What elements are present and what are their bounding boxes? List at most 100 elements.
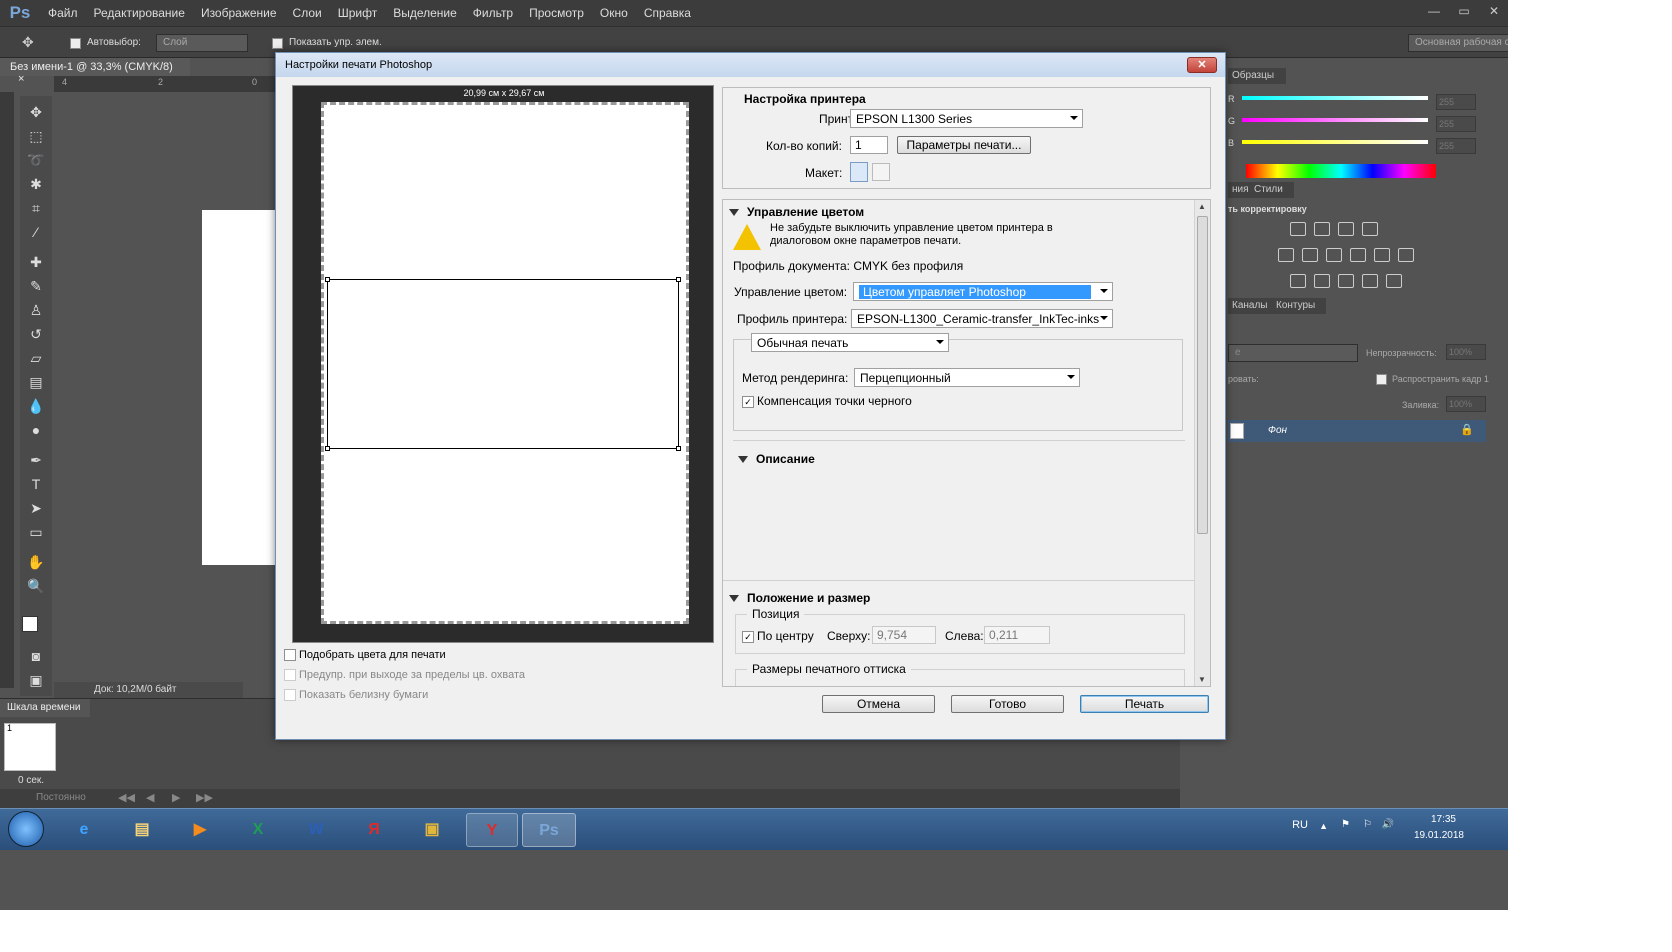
scrollbar-thumb[interactable] — [1197, 216, 1208, 534]
menu-image[interactable]: Изображение — [193, 6, 285, 20]
green-slider[interactable] — [1242, 118, 1428, 122]
menu-type[interactable]: Шрифт — [330, 6, 385, 20]
description-header[interactable]: Описание — [738, 452, 815, 466]
printer-select[interactable]: EPSON L1300 Series — [850, 109, 1083, 128]
paths-tab[interactable]: Контуры — [1272, 298, 1326, 314]
brush-tool-icon[interactable]: ✎ — [24, 276, 48, 296]
done-button[interactable]: Готово — [951, 695, 1064, 713]
preview-image-bounds[interactable] — [325, 277, 681, 451]
frame-duration[interactable]: 0 сек. — [18, 775, 44, 786]
maximize-button[interactable]: ▭ — [1450, 2, 1478, 20]
eyedropper-tool-icon[interactable]: ⁄ — [24, 222, 48, 242]
next-frame-icon[interactable]: ▶▶ — [196, 791, 213, 804]
resize-handle[interactable] — [676, 277, 681, 282]
blur-tool-icon[interactable]: 💧 — [24, 396, 48, 416]
quick-mask-icon[interactable]: ◙ — [24, 646, 48, 666]
styles-tab[interactable]: Стили — [1250, 182, 1294, 198]
show-transform-checkbox[interactable] — [272, 38, 283, 49]
print-mode-select[interactable]: Обычная печать — [751, 333, 949, 352]
center-checkbox[interactable]: ✓ — [742, 630, 754, 643]
path-select-tool-icon[interactable]: ➤ — [24, 498, 48, 518]
timeline-frame[interactable]: 1 — [4, 723, 56, 771]
rendering-intent-select[interactable]: Перцепционный — [854, 368, 1080, 387]
black-point-option[interactable]: ✓ Компенсация точки черного — [742, 394, 912, 408]
explorer-taskbar-icon[interactable]: ▤ — [118, 813, 166, 847]
color-spectrum[interactable] — [1246, 164, 1436, 178]
zoom-tool-icon[interactable]: 🔍 — [24, 576, 48, 596]
dialog-close-button[interactable]: ✕ — [1187, 57, 1217, 73]
workspace-switcher[interactable]: Основная рабочая среда — [1408, 34, 1508, 52]
history-brush-tool-icon[interactable]: ↺ — [24, 324, 48, 344]
photos-taskbar-icon[interactable]: ▣ — [408, 813, 456, 847]
copies-input[interactable]: 1 — [850, 136, 888, 154]
levels-adjust-icon[interactable] — [1314, 222, 1330, 236]
color-management-header[interactable]: Управление цветом — [729, 205, 864, 219]
layer-row[interactable]: Фон 🔒 — [1228, 420, 1486, 442]
minimize-button[interactable]: — — [1420, 2, 1448, 20]
network-tray-icon[interactable]: ⚑ — [1341, 819, 1350, 830]
print-settings-button[interactable]: Параметры печати... — [897, 136, 1031, 154]
curves-adjust-icon[interactable] — [1338, 222, 1354, 236]
resize-handle[interactable] — [676, 446, 681, 451]
action-center-tray-icon[interactable]: ⚐ — [1363, 819, 1372, 830]
center-option[interactable]: ✓ По центру — [742, 629, 814, 643]
shape-tool-icon[interactable]: ▭ — [24, 522, 48, 542]
move-tool-icon[interactable]: ✥ — [22, 34, 34, 51]
yandex-taskbar-icon[interactable]: Я — [350, 813, 398, 847]
eraser-tool-icon[interactable]: ▱ — [24, 348, 48, 368]
color-balance-adjust-icon[interactable] — [1326, 248, 1342, 262]
ie-taskbar-icon[interactable]: e — [60, 813, 108, 847]
resize-handle[interactable] — [325, 277, 330, 282]
bw-adjust-icon[interactable] — [1350, 248, 1366, 262]
landscape-layout-icon[interactable] — [872, 163, 890, 181]
blue-slider[interactable] — [1242, 140, 1428, 144]
loop-select[interactable]: Постоянно — [36, 792, 86, 803]
threshold-adjust-icon[interactable] — [1338, 274, 1354, 288]
volume-tray-icon[interactable]: 🔊 — [1382, 819, 1394, 830]
menu-edit[interactable]: Редактирование — [86, 6, 193, 20]
yandex-browser-taskbar-icon[interactable]: Y — [466, 813, 518, 847]
resize-handle[interactable] — [325, 446, 330, 451]
exposure-adjust-icon[interactable] — [1362, 222, 1378, 236]
menu-layers[interactable]: Слои — [285, 6, 330, 20]
document-tab[interactable]: Без имени-1 @ 33,3% (CMYK/8) × — [0, 58, 190, 85]
printer-profile-select[interactable]: EPSON-L1300_Ceramic-transfer_InkTec-inks — [851, 309, 1113, 328]
position-size-header[interactable]: Положение и размер — [729, 591, 870, 605]
vibrance-adjust-icon[interactable] — [1278, 248, 1294, 262]
document-tab-close-icon[interactable]: × — [18, 73, 24, 85]
lasso-tool-icon[interactable]: ➰ — [24, 150, 48, 170]
tray-expand-icon[interactable]: ▲ — [1319, 821, 1328, 831]
print-button[interactable]: Печать — [1080, 695, 1209, 713]
vertical-scrollbar[interactable]: ▲ ▼ — [1194, 200, 1210, 686]
first-frame-icon[interactable]: ◀◀ — [118, 791, 135, 804]
media-player-taskbar-icon[interactable]: ▶ — [176, 813, 224, 847]
adjustments-tab[interactable]: ния — [1228, 182, 1250, 198]
channels-tab[interactable]: Каналы — [1228, 298, 1272, 314]
channel-mixer-adjust-icon[interactable] — [1398, 248, 1414, 262]
autoselect-checkbox[interactable] — [70, 38, 81, 49]
posterize-adjust-icon[interactable] — [1314, 274, 1330, 288]
photo-filter-adjust-icon[interactable] — [1374, 248, 1390, 262]
selective-color-adjust-icon[interactable] — [1386, 274, 1402, 288]
menu-filter[interactable]: Фильтр — [465, 6, 521, 20]
timeline-tab[interactable]: Шкала времени — [0, 699, 90, 717]
scroll-down-icon[interactable]: ▼ — [1198, 675, 1206, 684]
hand-tool-icon[interactable]: ✋ — [24, 552, 48, 572]
portrait-layout-icon[interactable] — [850, 162, 868, 182]
left-input[interactable]: 0,211 — [984, 626, 1050, 644]
menu-help[interactable]: Справка — [636, 6, 699, 20]
start-button[interactable] — [8, 811, 44, 847]
language-indicator[interactable]: RU — [1292, 819, 1308, 831]
red-slider[interactable] — [1242, 96, 1428, 100]
match-print-colors-checkbox[interactable] — [284, 649, 296, 662]
black-point-checkbox[interactable]: ✓ — [742, 395, 754, 408]
scroll-up-icon[interactable]: ▲ — [1198, 202, 1206, 211]
autoselect-combo[interactable]: Слой — [156, 34, 248, 52]
color-handling-select[interactable]: Цветом управляет Photoshop — [853, 282, 1113, 301]
photoshop-taskbar-icon[interactable]: Ps — [522, 813, 576, 847]
gradient-map-adjust-icon[interactable] — [1362, 274, 1378, 288]
blue-value[interactable]: 255 — [1436, 138, 1476, 154]
invert-adjust-icon[interactable] — [1290, 274, 1306, 288]
excel-taskbar-icon[interactable]: X — [234, 813, 282, 847]
brightness-adjust-icon[interactable] — [1290, 222, 1306, 236]
